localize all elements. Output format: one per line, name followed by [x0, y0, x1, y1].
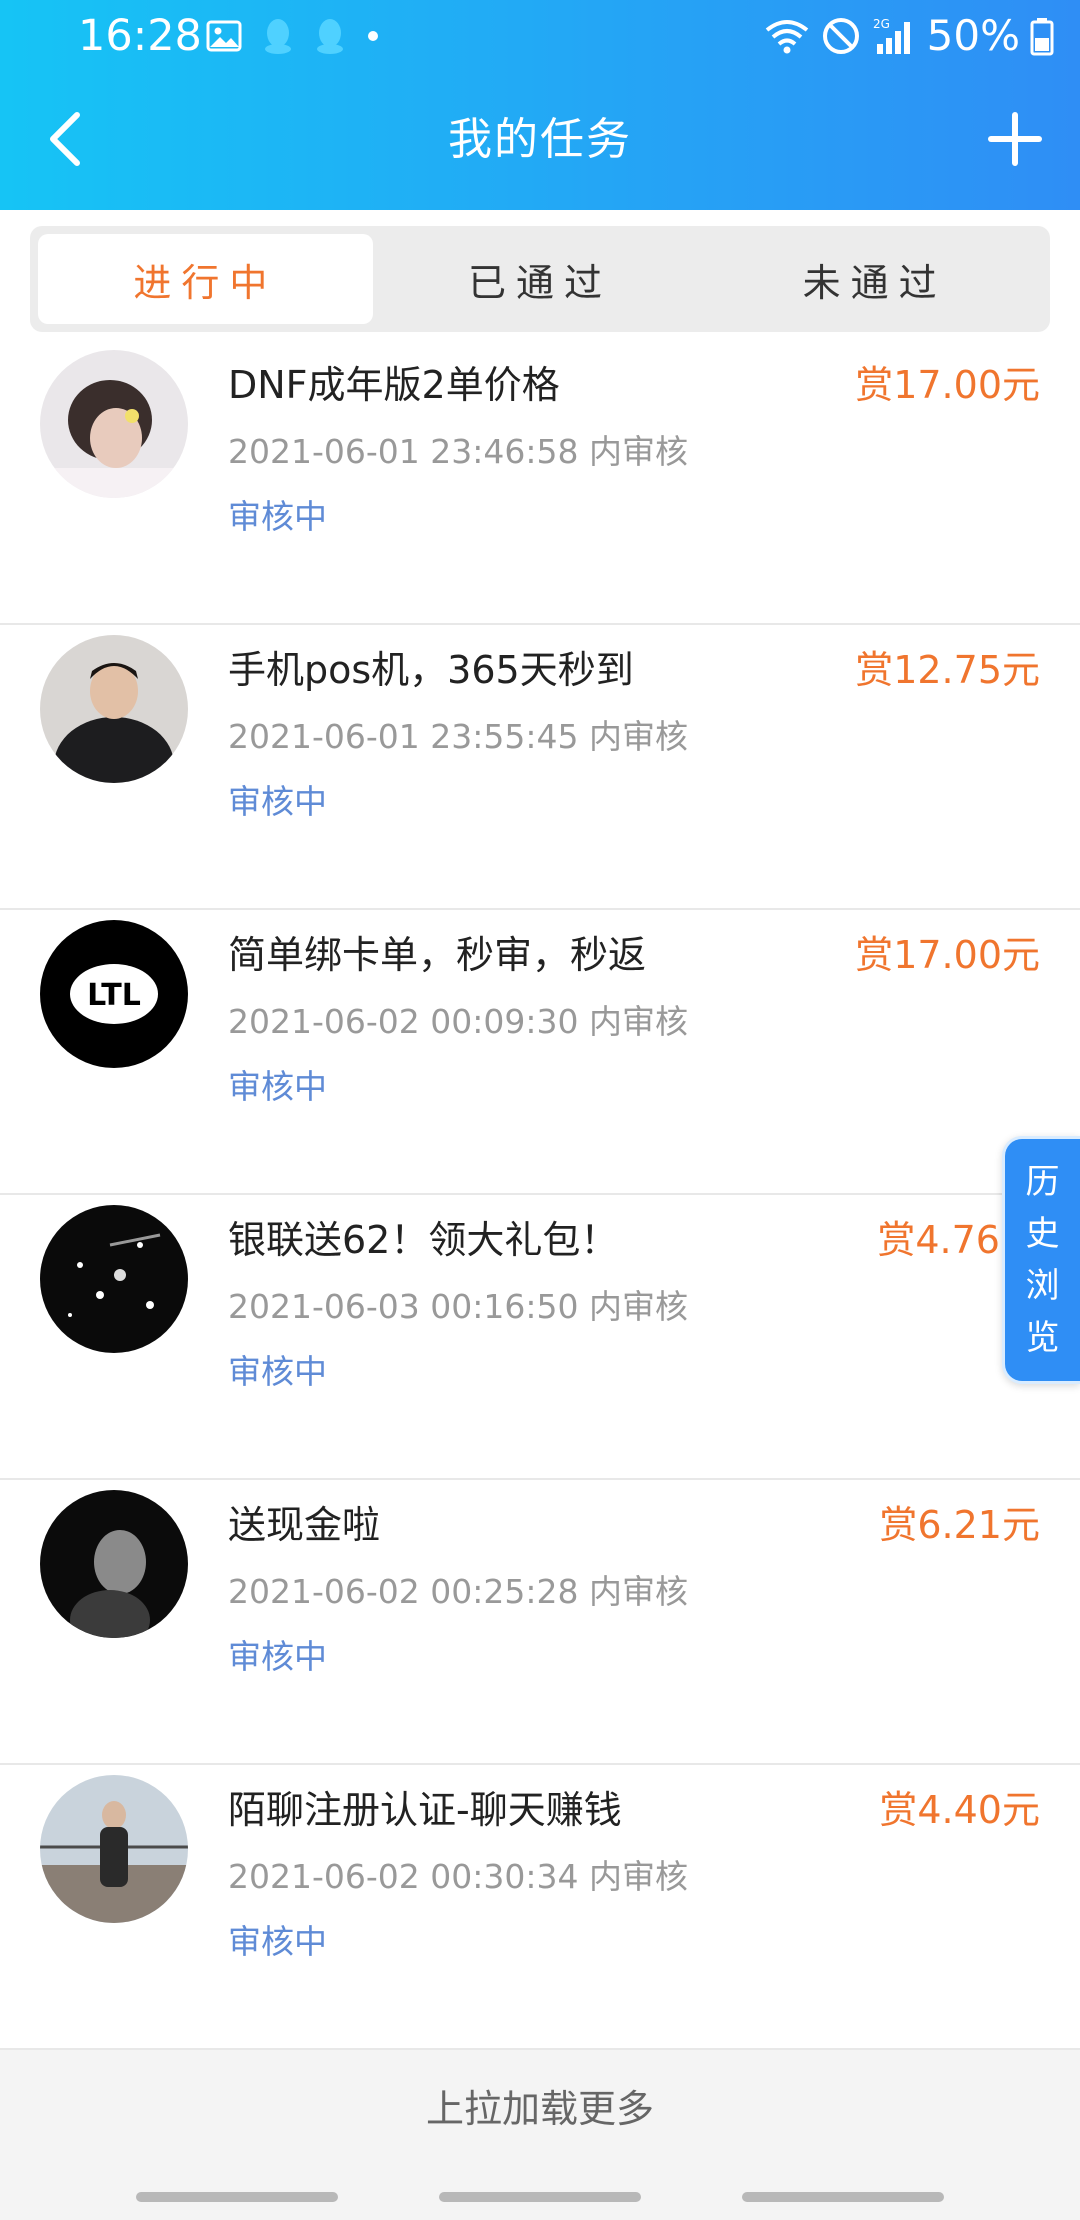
- task-title: 手机pos机，365天秒到: [228, 648, 634, 692]
- avatar: LTL: [40, 920, 188, 1068]
- avatar: [40, 635, 188, 783]
- task-item[interactable]: 手机pos机，365天秒到 赏12.75元 2021-06-01 23:55:4…: [0, 625, 1080, 910]
- task-deadline: 2021-06-03 00:16:50 内审核: [228, 1287, 688, 1326]
- status-bar: 16:28 2G 50%: [0, 0, 1080, 72]
- qq-icon: [317, 19, 343, 54]
- add-task-button[interactable]: [980, 104, 1050, 174]
- history-char: 览: [1025, 1318, 1060, 1358]
- gesture-handle[interactable]: [742, 2192, 944, 2202]
- task-title: 送现金啦: [228, 1503, 381, 1547]
- task-deadline: 2021-06-01 23:46:58 内审核: [228, 432, 688, 471]
- avatar-logo-text: LTL: [87, 978, 141, 1013]
- task-reward: 赏4.40元: [879, 1788, 1040, 1832]
- status-right-icons: 2G 50%: [763, 12, 1054, 60]
- nav-bar: 我的任务: [0, 72, 1080, 210]
- wifi-icon: [765, 20, 808, 54]
- task-reward: 赏4.76: [877, 1218, 1000, 1262]
- task-title: 简单绑卡单，秒审，秒返: [228, 933, 647, 977]
- tab-rejected[interactable]: 未通过: [707, 234, 1042, 324]
- task-deadline: 2021-06-02 00:30:34 内审核: [228, 1857, 688, 1896]
- task-item[interactable]: 陌聊注册认证-聊天赚钱 赏4.40元 2021-06-02 00:30:34 内…: [0, 1765, 1080, 2050]
- image-icon: [206, 20, 242, 52]
- history-char: 浏: [1025, 1266, 1060, 1306]
- avatar: [40, 1490, 188, 1638]
- task-deadline: 2021-06-02 00:09:30 内审核: [228, 1002, 688, 1041]
- tab-in-progress[interactable]: 进行中: [38, 234, 373, 324]
- tab-bar: 进行中 已通过 未通过: [30, 226, 1050, 332]
- task-deadline: 2021-06-02 00:25:28 内审核: [228, 1572, 688, 1611]
- plus-icon: [988, 112, 1042, 166]
- avatar: [40, 1205, 188, 1353]
- dot-icon: [368, 31, 378, 41]
- task-status: 审核中: [228, 782, 327, 821]
- tabs-container: 进行中 已通过 未通过: [0, 210, 1080, 340]
- task-item[interactable]: LTL 简单绑卡单，秒审，秒返 赏17.00元 2021-06-02 00:09…: [0, 910, 1080, 1195]
- gesture-bar: [0, 2172, 1080, 2220]
- task-status: 审核中: [228, 1637, 327, 1676]
- task-title: DNF成年版2单价格: [228, 363, 560, 407]
- avatar: [40, 350, 188, 498]
- task-item[interactable]: 银联送62！领大礼包！ 赏4.76 2021-06-03 00:16:50 内审…: [0, 1195, 1080, 1480]
- task-reward: 赏6.21元: [879, 1503, 1040, 1547]
- task-status: 审核中: [228, 1067, 327, 1106]
- status-left-icons: [206, 14, 380, 58]
- task-status: 审核中: [228, 1922, 327, 1961]
- history-browse-button[interactable]: 历 史 浏 览: [1002, 1136, 1080, 1384]
- task-title: 陌聊注册认证-聊天赚钱: [228, 1788, 622, 1832]
- page-title: 我的任务: [448, 114, 632, 165]
- history-char: 史: [1025, 1214, 1060, 1254]
- gesture-handle[interactable]: [439, 2192, 641, 2202]
- tab-passed[interactable]: 已通过: [373, 234, 708, 324]
- qq-icon: [265, 19, 291, 54]
- gesture-handle[interactable]: [136, 2192, 338, 2202]
- task-title: 银联送62！领大礼包！: [228, 1218, 619, 1262]
- history-char: 历: [1025, 1162, 1060, 1202]
- task-deadline: 2021-06-01 23:55:45 内审核: [228, 717, 688, 756]
- avatar: [40, 1775, 188, 1923]
- battery-percentage: 50%: [926, 11, 1020, 60]
- task-list: DNF成年版2单价格 赏17.00元 2021-06-01 23:46:58 内…: [0, 340, 1080, 2050]
- load-more-hint: 上拉加载更多: [0, 2054, 1080, 2164]
- signal-icon: 2G: [873, 17, 910, 54]
- status-time: 16:28: [78, 11, 202, 61]
- svg-text:2G: 2G: [873, 17, 890, 31]
- do-not-disturb-icon: [822, 18, 859, 54]
- task-status: 审核中: [228, 1352, 327, 1391]
- task-reward: 赏17.00元: [855, 933, 1040, 977]
- app-header: 16:28 2G 50% 我的任务: [0, 0, 1080, 210]
- task-item[interactable]: DNF成年版2单价格 赏17.00元 2021-06-01 23:46:58 内…: [0, 340, 1080, 625]
- task-item[interactable]: 送现金啦 赏6.21元 2021-06-02 00:25:28 内审核 审核中: [0, 1480, 1080, 1765]
- task-reward: 赏17.00元: [855, 363, 1040, 407]
- task-reward: 赏12.75元: [855, 648, 1040, 692]
- battery-icon: [1030, 18, 1054, 56]
- task-status: 审核中: [228, 497, 327, 536]
